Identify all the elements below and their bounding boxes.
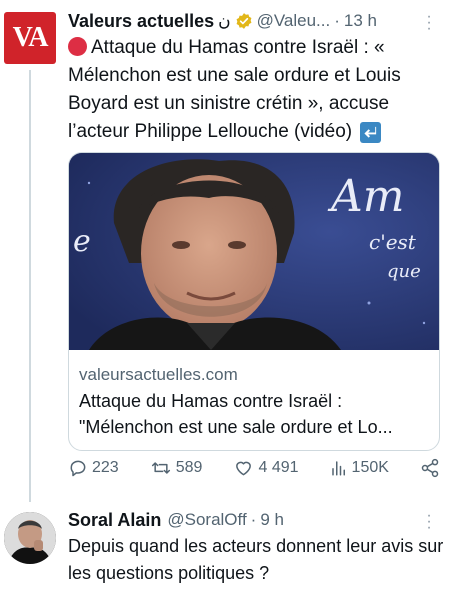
down-arrow-icon <box>360 122 382 143</box>
tweet-valeurs-actuelles[interactable]: Valeurs actuelles ن @Valeu... · 13 h · · ·… <box>68 8 446 451</box>
views-icon <box>331 461 345 476</box>
bg-text-e: e <box>73 224 91 259</box>
reply-button[interactable]: 223 <box>68 458 119 478</box>
verified-badge-icon <box>235 12 253 30</box>
author-handle[interactable]: @Valeu... <box>257 11 331 31</box>
author-name[interactable]: Valeurs actuelles <box>68 11 214 32</box>
author-name-suffix: ن <box>218 11 231 30</box>
retweet-count: 589 <box>175 459 203 476</box>
card-title-line-2: "Mélenchon est une sale ordure et Lo... <box>79 417 393 437</box>
share-button[interactable] <box>420 458 440 478</box>
tweet-actions: 223 589 4 491 150K <box>68 458 440 478</box>
tweet-text: Attaque du Hamas contre Israël : « Mélen… <box>68 34 446 146</box>
views-button[interactable]: 150K <box>330 459 389 477</box>
like-icon <box>236 461 252 476</box>
separator: · <box>334 11 340 30</box>
card-domain: valeursactuelles.com <box>79 365 238 384</box>
card-title-line-1: Attaque du Hamas contre Israël : <box>79 391 343 411</box>
red-circle-icon <box>68 37 87 56</box>
card-body[interactable]: valeursactuelles.com Attaque du Hamas co… <box>69 350 439 450</box>
bg-text-cest: c'est <box>369 230 417 254</box>
more-icon[interactable]: · · · <box>424 9 434 37</box>
tweet-header: Soral Alain @SoralOff · 9 h <box>68 507 446 533</box>
bg-text-que: que <box>387 261 421 282</box>
soral-alain-avatar[interactable] <box>4 512 56 564</box>
tweet-soral-alain[interactable]: Soral Alain @SoralOff · 9 h · · · Depuis q… <box>68 507 446 587</box>
retweet-icon <box>151 462 170 474</box>
reply-icon <box>70 460 86 477</box>
valeurs-actuelles-avatar[interactable]: VA <box>4 12 56 64</box>
tweet-time[interactable]: 13 h <box>344 11 377 31</box>
bg-text-am: Am <box>327 171 405 222</box>
link-card[interactable]: Am c'est que e valeursactuelles.com Atta… <box>68 152 440 451</box>
tweet-header: Valeurs actuelles ن @Valeu... · 13 h <box>68 8 446 34</box>
tweet-text: Depuis quand les acteurs donnent leur av… <box>68 536 444 583</box>
separator: · <box>250 510 257 529</box>
more-icon[interactable]: · · · <box>424 508 434 536</box>
thread-line <box>29 70 31 502</box>
retweet-button[interactable]: 589 <box>150 458 203 478</box>
author-name[interactable]: Soral Alain <box>68 510 161 531</box>
like-count: 4 491 <box>258 459 299 476</box>
article-image[interactable]: Am c'est que e <box>69 153 439 350</box>
share-icon <box>421 458 439 478</box>
tweet-time[interactable]: 9 h <box>260 510 284 530</box>
tweet-text-main: Attaque du Hamas contre Israël : « Mélen… <box>68 37 401 142</box>
reply-count: 223 <box>92 459 119 476</box>
like-button[interactable]: 4 491 <box>233 458 299 478</box>
author-handle[interactable]: @SoralOff <box>167 510 246 530</box>
views-count: 150K <box>351 459 389 476</box>
